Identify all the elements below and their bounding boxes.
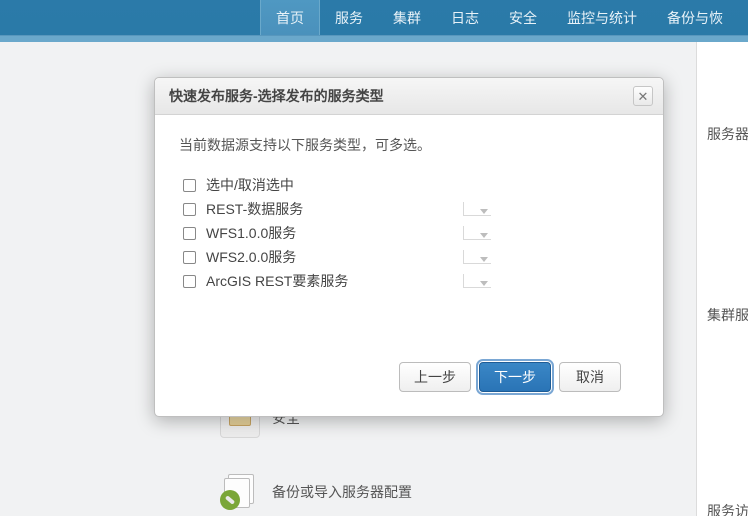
option-label: 选中/取消选中 [206, 175, 294, 195]
chevron-down-icon [480, 209, 488, 214]
option-label: WFS2.0.0服务 [206, 247, 296, 267]
right-label-cluster: 集群服务 [707, 305, 748, 325]
right-label-access: 服务访问 [707, 501, 748, 516]
nav-cluster[interactable]: 集群 [378, 0, 436, 35]
nav-home[interactable]: 首页 [260, 0, 320, 35]
right-label-server: 服务器基 [707, 124, 748, 144]
bg-row-backup[interactable]: 备份或导入服务器配置 [220, 472, 412, 512]
option-rest-data: REST-数据服务 [183, 197, 639, 221]
expand-toggle[interactable] [463, 274, 491, 288]
nav-label: 日志 [451, 8, 479, 28]
option-arcgis-rest: ArcGIS REST要素服务 [183, 269, 639, 293]
dialog-button-bar: 上一步 下一步 取消 [179, 343, 639, 410]
expand-toggle[interactable] [463, 226, 491, 240]
nav-label: 服务 [335, 8, 363, 28]
bg-label-backup: 备份或导入服务器配置 [272, 482, 412, 502]
nav-label: 备份与恢 [667, 8, 723, 28]
backup-icon [220, 472, 260, 512]
option-list: 选中/取消选中 REST-数据服务 WFS1.0.0服务 WFS2.0.0服务 … [179, 173, 639, 293]
nav-monitor[interactable]: 监控与统计 [552, 0, 652, 35]
nav-label: 首页 [276, 8, 304, 28]
option-label: ArcGIS REST要素服务 [206, 271, 348, 291]
button-label: 上一步 [414, 367, 456, 387]
right-panel: 服务器基 集群服务 服务访问 [696, 42, 748, 516]
prev-button[interactable]: 上一步 [399, 362, 471, 392]
nav-logs[interactable]: 日志 [436, 0, 494, 35]
close-glyph: ✕ [638, 90, 649, 103]
checkbox[interactable] [183, 203, 196, 216]
option-label: WFS1.0.0服务 [206, 223, 296, 243]
dialog-description: 当前数据源支持以下服务类型，可多选。 [179, 135, 639, 155]
option-select-all: 选中/取消选中 [183, 173, 639, 197]
nav-label: 安全 [509, 8, 537, 28]
nav-security[interactable]: 安全 [494, 0, 552, 35]
checkbox[interactable] [183, 179, 196, 192]
close-icon[interactable]: ✕ [633, 86, 653, 106]
chevron-down-icon [480, 257, 488, 262]
next-button[interactable]: 下一步 [479, 362, 551, 392]
chevron-down-icon [480, 281, 488, 286]
checkbox[interactable] [183, 275, 196, 288]
dialog-body: 当前数据源支持以下服务类型，可多选。 选中/取消选中 REST-数据服务 WFS… [155, 115, 663, 416]
expand-toggle[interactable] [463, 202, 491, 216]
nav-label: 集群 [393, 8, 421, 28]
option-wfs200: WFS2.0.0服务 [183, 245, 639, 269]
button-label: 下一步 [494, 367, 536, 387]
option-wfs100: WFS1.0.0服务 [183, 221, 639, 245]
chevron-down-icon [480, 233, 488, 238]
expand-toggle[interactable] [463, 250, 491, 264]
dialog-title: 快速发布服务-选择发布的服务类型 [169, 86, 384, 106]
nav-label: 监控与统计 [567, 8, 637, 28]
publish-dialog: 快速发布服务-选择发布的服务类型 ✕ 当前数据源支持以下服务类型，可多选。 选中… [154, 77, 664, 417]
checkbox[interactable] [183, 251, 196, 264]
option-label: REST-数据服务 [206, 199, 303, 219]
nav-services[interactable]: 服务 [320, 0, 378, 35]
button-label: 取消 [576, 367, 604, 387]
topnav: 首页 服务 集群 日志 安全 监控与统计 备份与恢 [0, 0, 748, 36]
checkbox[interactable] [183, 227, 196, 240]
dialog-titlebar: 快速发布服务-选择发布的服务类型 ✕ [155, 78, 663, 115]
nav-backup[interactable]: 备份与恢 [652, 0, 738, 35]
cancel-button[interactable]: 取消 [559, 362, 621, 392]
